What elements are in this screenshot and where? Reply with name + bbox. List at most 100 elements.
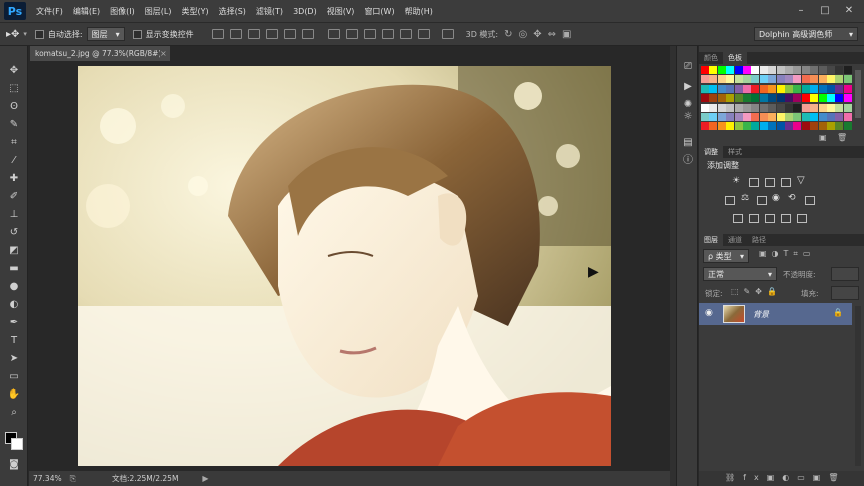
swatch-cell[interactable] [793,103,802,112]
3d-scale-icon[interactable]: ▣ [562,29,571,40]
history-brush-icon[interactable]: ↺ [7,226,21,240]
swatch-cell[interactable] [785,66,793,74]
swatch-cell[interactable] [726,122,735,131]
swatch-cell[interactable] [734,75,743,84]
stamp-icon[interactable]: ⊥ [7,208,21,222]
swatch-cell[interactable] [768,122,777,131]
swatch-cell[interactable] [835,94,844,103]
menu-3d[interactable]: 3D(D) [293,7,317,16]
healing-icon[interactable]: ✚ [7,172,21,186]
menu-view[interactable]: 视图(V) [327,6,355,17]
layers-scrollbar[interactable] [855,306,861,466]
swatch-cell[interactable] [793,113,802,121]
align-left-icon[interactable] [265,29,278,39]
maximize-button[interactable]: □ [818,5,832,17]
clone-source-icon[interactable]: ☼ [681,110,695,124]
swatch-cell[interactable] [743,103,751,112]
swatch-cell[interactable] [759,66,768,74]
swatch-cell[interactable] [726,66,735,74]
move-icon[interactable]: ✥ [7,64,21,78]
share-icon[interactable]: ⎘ [70,474,76,484]
history-panel-icon[interactable]: ⎚ [681,60,695,74]
crop-icon[interactable]: ⌗ [7,136,21,150]
lock-icons[interactable]: ⬚✎✥🔒 [731,287,782,296]
distribute-bottom-icon[interactable] [363,29,376,39]
exposure-icon[interactable] [781,178,791,187]
swatch-cell[interactable] [843,103,852,112]
align-top-icon[interactable] [211,29,224,39]
swatch-cell[interactable] [810,94,819,103]
delete-swatch-icon[interactable]: 🗑 [837,133,847,142]
swatch-cell[interactable] [827,75,835,84]
swatch-cell[interactable] [801,122,810,131]
swatch-cell[interactable] [751,103,760,112]
swatch-cell[interactable] [734,66,743,74]
swatch-cell[interactable] [717,94,726,103]
swatch-cell[interactable] [701,75,709,84]
swatch-cell[interactable] [734,84,743,93]
3d-slide-icon[interactable]: ⇔ [548,29,556,40]
pen-icon[interactable]: ✒ [7,316,21,330]
swatch-cell[interactable] [785,75,793,84]
invert-icon[interactable] [733,214,743,223]
swatch-cell[interactable] [768,75,777,84]
swatch-cell[interactable] [701,103,709,112]
swatch-cell[interactable] [717,113,726,121]
swatch-cell[interactable] [734,94,743,103]
swatch-cell[interactable] [818,66,827,74]
photo-filter-icon[interactable]: ◉ [772,193,780,203]
swatch-cell[interactable] [751,75,760,84]
color-balance-icon[interactable]: ⚖ [741,193,749,203]
eyedropper-icon[interactable]: ⁄ [7,154,21,168]
threshold-icon[interactable] [765,214,775,223]
menu-type[interactable]: 类型(Y) [181,6,208,17]
swatch-cell[interactable] [835,103,844,112]
layer-name[interactable]: 背景 [753,309,769,320]
menu-layer[interactable]: 图层(L) [145,6,172,17]
swatch-cell[interactable] [776,103,785,112]
swatch-cell[interactable] [709,94,718,103]
zoom-icon[interactable]: ⌕ [7,406,21,420]
swatch-cell[interactable] [717,122,726,131]
quick-select-icon[interactable]: ✎ [7,118,21,132]
swatch-cell[interactable] [701,66,709,74]
eraser-icon[interactable]: ◩ [7,244,21,258]
distribute-vcenter-icon[interactable] [345,29,358,39]
swatch-cell[interactable] [751,113,760,121]
channel-mixer-icon[interactable]: ⟲ [788,193,796,203]
swatch-cell[interactable] [701,94,709,103]
close-icon[interactable]: × [160,46,170,61]
swatch-cell[interactable] [827,66,835,74]
swatch-cell[interactable] [768,113,777,121]
3d-roll-icon[interactable]: ◎ [519,29,528,40]
swatch-cell[interactable] [818,75,827,84]
swatches-scrollbar[interactable] [855,70,861,118]
swatch-cell[interactable] [810,122,819,131]
hue-saturation-icon[interactable] [725,196,735,205]
layer-filter-icons[interactable]: ▣◑T⌗▭ [759,249,816,259]
swatch-cell[interactable] [843,66,852,74]
swatch-cell[interactable] [843,94,852,103]
swatch-cell[interactable] [810,75,819,84]
swatch-cell[interactable] [743,66,751,74]
selective-color-icon[interactable] [797,214,807,223]
workspace-switcher[interactable]: Dolphin 高级调色师 ▾ [754,27,858,41]
brightness-icon[interactable]: ☀ [732,176,740,186]
swatch-cell[interactable] [835,122,844,131]
swatch-cell[interactable] [785,122,793,131]
swatch-cell[interactable] [827,122,835,131]
swatch-cell[interactable] [776,75,785,84]
swatch-cell[interactable] [726,94,735,103]
swatch-cell[interactable] [793,94,802,103]
show-transform-checkbox[interactable] [132,29,142,39]
blur-icon[interactable]: ● [7,280,21,294]
blend-mode-dropdown[interactable]: 正常 ▾ [703,267,777,281]
tab-paths[interactable]: 路径 [747,234,771,246]
hand-icon[interactable]: ✋ [7,388,21,402]
swatch-cell[interactable] [793,66,802,74]
swatch-cell[interactable] [835,75,844,84]
distribute-right-icon[interactable] [417,29,430,39]
swatch-cell[interactable] [776,94,785,103]
tab-styles[interactable]: 样式 [723,146,747,158]
swatch-cell[interactable] [827,84,835,93]
